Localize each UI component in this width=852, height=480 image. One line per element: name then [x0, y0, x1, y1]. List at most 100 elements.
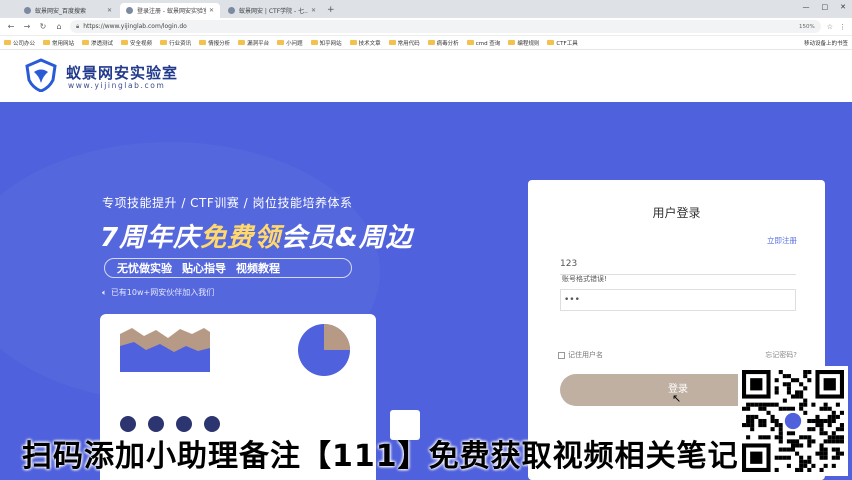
- qr-module: [754, 414, 759, 419]
- qr-module: [827, 414, 832, 419]
- qr-module: [815, 414, 820, 419]
- qr-module: [774, 402, 779, 407]
- qr-module: [782, 406, 787, 411]
- browser-tab-bar: 蚁景网安_百度搜索 ✕ 登录注册 - 蚁景网安实验室 ✕ 蚁景网安 | CTF学…: [0, 0, 852, 18]
- qr-module: [758, 418, 763, 424]
- bookmark-label: 知乎网站: [319, 40, 342, 47]
- qr-module: [811, 402, 816, 407]
- bookmark-item[interactable]: 小问题: [277, 39, 303, 47]
- qr-module: [831, 414, 836, 419]
- bookmark-item[interactable]: 常用代码: [388, 39, 420, 47]
- qr-module: [823, 418, 828, 424]
- promo-feature: 视频教程: [236, 262, 280, 275]
- folder-icon: [4, 40, 11, 45]
- address-bar[interactable]: 🔒︎ https://www.yijinglab.com/login.do 15…: [70, 20, 821, 33]
- forgot-password-link[interactable]: 忘记密码?: [765, 350, 797, 360]
- folder-icon: [43, 40, 51, 45]
- browser-tab[interactable]: 蚁景网安_百度搜索 ✕: [18, 3, 118, 18]
- tab-close-icon[interactable]: ✕: [311, 7, 316, 14]
- qr-module: [795, 378, 800, 383]
- forward-icon[interactable]: →: [22, 22, 32, 31]
- qr-module: [790, 406, 796, 411]
- qr-module: [799, 382, 804, 387]
- tab-close-icon[interactable]: ✕: [209, 7, 214, 14]
- qr-module: [790, 378, 796, 383]
- qr-module: [799, 402, 804, 407]
- members-text: 已有10w+网安伙伴加入我们: [110, 288, 215, 297]
- promo-title-highlight: 免费领: [200, 223, 282, 253]
- folder-icon: [349, 40, 357, 45]
- minimize-button[interactable]: —: [803, 3, 810, 11]
- new-tab-button[interactable]: +: [327, 3, 335, 18]
- qr-module: [803, 398, 808, 403]
- folder-icon: [310, 40, 318, 45]
- remember-checkbox[interactable]: [558, 351, 565, 359]
- bookmark-item[interactable]: 技术文章: [349, 39, 381, 47]
- qr-module: [827, 406, 832, 411]
- browser-tab[interactable]: 蚁景网安 | CTF学院 - 七... ✕: [222, 3, 322, 18]
- folder-icon: [277, 40, 285, 45]
- qr-module: [774, 390, 779, 395]
- qr-module: [827, 418, 832, 424]
- tab-title: 登录注册 - 蚁景网安实验室: [137, 8, 206, 15]
- bookmark-item[interactable]: 渗透测试: [82, 39, 113, 47]
- lock-icon: 🔒︎: [76, 22, 80, 30]
- register-link[interactable]: 立即注册: [767, 235, 797, 246]
- bookmark-item[interactable]: 编程规则: [508, 39, 539, 47]
- video-caption: 扫码添加小助理备注【111】免费获取视频相关笔记: [0, 426, 852, 480]
- qr-module: [746, 414, 751, 419]
- qr-module: [786, 386, 791, 391]
- bookmark-item[interactable]: 行业资讯: [160, 39, 191, 47]
- logo-subtitle: www.yijinglab.com: [68, 81, 166, 90]
- qr-module: [823, 402, 828, 407]
- password-field[interactable]: •••: [560, 289, 796, 311]
- browser-tab-active[interactable]: 登录注册 - 蚁景网安实验室 ✕: [120, 3, 220, 18]
- qr-module: [770, 414, 775, 419]
- remember-me[interactable]: 记住用户名: [558, 350, 603, 360]
- bookmark-item[interactable]: 常用网站: [43, 39, 74, 47]
- home-icon[interactable]: ⌂: [54, 22, 64, 31]
- site-header: 蚁景网安实验室 www.yijinglab.com: [0, 50, 852, 102]
- promo-title-pre: 7周年庆: [100, 223, 201, 253]
- bookmark-item[interactable]: cmd 查询: [466, 39, 501, 47]
- qr-module: [746, 402, 751, 407]
- qr-module: [831, 418, 836, 424]
- qr-module: [790, 394, 796, 399]
- mobile-bookmarks[interactable]: 移动设备上的书签: [804, 39, 848, 47]
- qr-module: [762, 402, 767, 407]
- promo-feature: 贴心指导: [182, 262, 226, 275]
- tab-close-icon[interactable]: ✕: [107, 7, 112, 14]
- bookmark-item[interactable]: 知乎网站: [310, 39, 342, 47]
- qr-module: [754, 402, 759, 407]
- bookmark-label: cmd 查询: [475, 40, 501, 47]
- qr-module: [746, 406, 751, 411]
- qr-module: [786, 406, 791, 411]
- maximize-button[interactable]: □: [822, 3, 829, 11]
- qr-module: [835, 414, 840, 419]
- qr-module: [803, 374, 808, 379]
- qr-module: [770, 418, 775, 424]
- pie-chart-illustration: [298, 324, 350, 376]
- star-icon[interactable]: ☆: [827, 23, 833, 31]
- zoom-level[interactable]: 150%: [799, 24, 815, 30]
- bookmark-item[interactable]: CTF工具: [547, 39, 578, 47]
- bookmark-item[interactable]: 安全视频: [121, 39, 152, 47]
- caption-text: 扫码添加小助理备注【111】免费获取视频相关笔记: [22, 439, 739, 474]
- close-window-button[interactable]: ✕: [840, 3, 846, 11]
- bookmark-label: 技术文章: [358, 40, 381, 47]
- extensions-icon[interactable]: ⋮: [839, 23, 846, 31]
- qr-module: [782, 382, 787, 387]
- logo-shield-icon[interactable]: [24, 58, 58, 92]
- username-field[interactable]: 123: [560, 253, 796, 275]
- remember-label: 记住用户名: [568, 351, 603, 359]
- bookmark-item[interactable]: 公司办公: [4, 39, 35, 47]
- back-icon[interactable]: ←: [6, 22, 16, 31]
- qr-module: [782, 398, 787, 403]
- qr-module: [766, 402, 771, 407]
- bookmark-label: 情报分析: [208, 40, 231, 47]
- bookmark-label: 小问题: [286, 40, 303, 47]
- bookmark-item[interactable]: 情报分析: [199, 39, 230, 47]
- bookmark-item[interactable]: 漏洞平台: [238, 39, 269, 47]
- bookmark-item[interactable]: 病毒分析: [427, 39, 459, 47]
- reload-icon[interactable]: ↻: [38, 22, 48, 31]
